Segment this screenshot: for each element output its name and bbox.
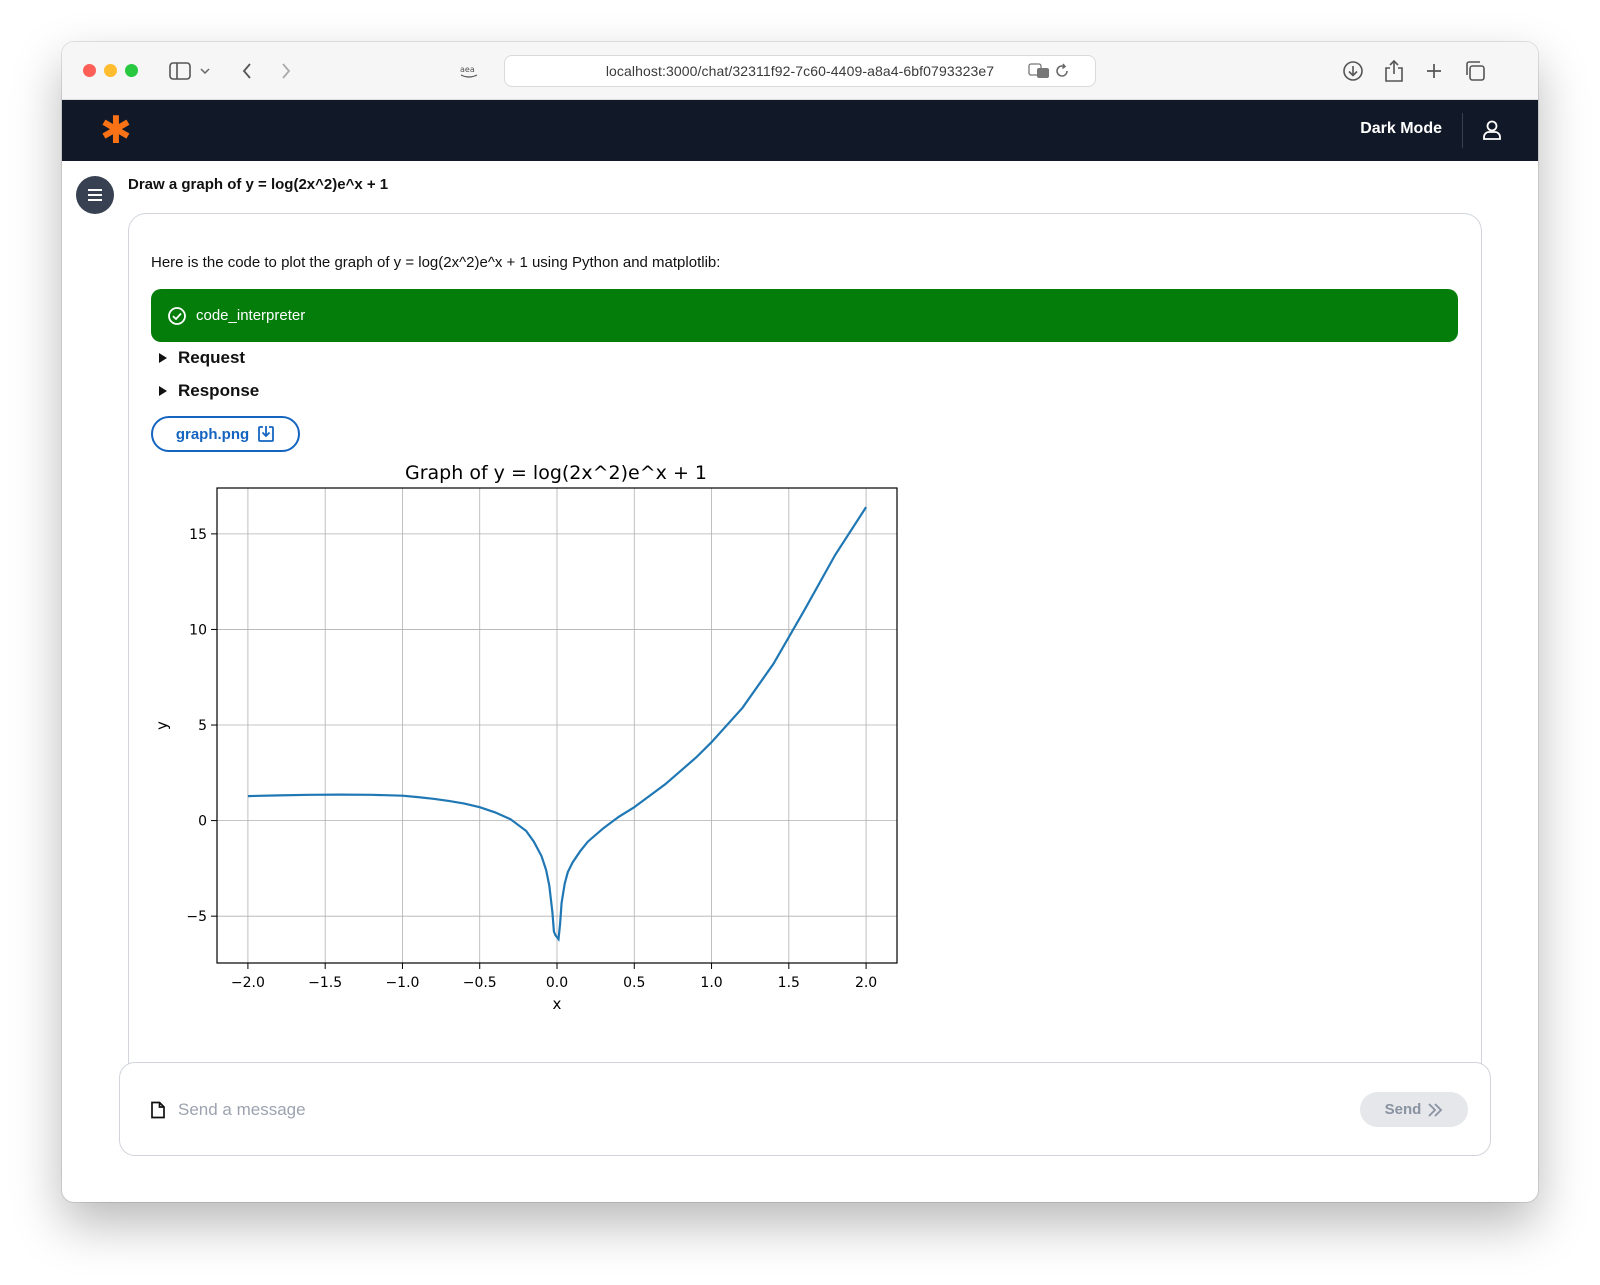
y-tick-label: 10 [189, 622, 207, 638]
app-header: ✱ Dark Mode [62, 100, 1538, 161]
request-disclosure[interactable]: Request [159, 348, 245, 368]
x-tick-label: −2.0 [231, 975, 265, 991]
user-icon[interactable] [1480, 118, 1504, 142]
x-tick-label: −1.5 [308, 975, 342, 991]
browser-window: aea localhost:3000/chat/32311f92-7c60-44… [62, 42, 1538, 1202]
chart-grid [217, 488, 897, 963]
send-button[interactable]: Send [1360, 1092, 1468, 1127]
request-label: Request [178, 348, 246, 367]
address-bar[interactable]: localhost:3000/chat/32311f92-7c60-4409-a… [504, 55, 1096, 87]
disclosure-triangle-icon [159, 353, 167, 363]
y-tick-label: 5 [198, 718, 207, 734]
x-tick-label: 2.0 [855, 975, 877, 991]
send-label: Send [1384, 1101, 1422, 1118]
attach-file-icon[interactable] [150, 1101, 166, 1119]
x-axis-label: x [553, 995, 562, 1013]
sidebar-icon[interactable] [167, 58, 193, 84]
assistant-message: Here is the code to plot the graph of y … [128, 213, 1482, 1113]
download-file-icon [258, 426, 275, 442]
download-icon[interactable] [1340, 58, 1366, 84]
message-input[interactable] [178, 1093, 1278, 1127]
logo[interactable]: ✱ [100, 112, 132, 150]
check-circle-icon [168, 306, 186, 325]
new-tab-icon[interactable] [1421, 58, 1447, 84]
zoom-window-button[interactable] [125, 64, 138, 77]
x-tick-label: −0.5 [463, 975, 497, 991]
back-icon[interactable] [234, 58, 260, 84]
response-disclosure[interactable]: Response [159, 381, 259, 401]
user-message: Draw a graph of y = log(2x^2)e^x + 1 [128, 176, 389, 193]
y-tick-label: 0 [198, 814, 207, 830]
hamburger-icon [88, 189, 102, 201]
y-axis-label: y [153, 721, 171, 730]
x-tick-label: −1.0 [385, 975, 419, 991]
graph-image: Graph of y = log(2x^2)e^x + 1 −2.0 −1.5 −1… [153, 462, 898, 1013]
header-divider [1462, 113, 1463, 148]
y-tick-label: 15 [189, 527, 207, 543]
amazon-extension-icon[interactable]: aea [454, 58, 484, 84]
x-tick-label: 1.0 [700, 975, 722, 991]
message-composer: Send [119, 1062, 1491, 1156]
close-window-button[interactable] [83, 64, 96, 77]
tool-call-status[interactable]: code_interpreter [151, 289, 1458, 342]
svg-text:aea: aea [460, 65, 475, 74]
reload-icon[interactable] [1049, 58, 1075, 84]
chevron-down-icon[interactable] [196, 58, 214, 84]
y-tick-label: −5 [186, 909, 207, 925]
x-tick-label: 0.0 [546, 975, 568, 991]
browser-toolbar: aea localhost:3000/chat/32311f92-7c60-44… [62, 42, 1538, 100]
minimize-window-button[interactable] [104, 64, 117, 77]
tab-overview-icon[interactable] [1462, 58, 1488, 84]
disclosure-triangle-icon [159, 386, 167, 396]
x-tick-label: 1.5 [778, 975, 800, 991]
share-icon[interactable] [1381, 58, 1407, 84]
chart-title: Graph of y = log(2x^2)e^x + 1 [405, 462, 707, 484]
double-chevron-right-icon [1428, 1102, 1443, 1117]
menu-button[interactable] [76, 176, 114, 214]
chart-ticks: −2.0 −1.5 −1.0 −0.5 0.0 0.5 1.0 1.5 2.0 −5 0 5 10 15 [186, 527, 877, 991]
dark-mode-toggle[interactable]: Dark Mode [1360, 120, 1442, 138]
file-download-button[interactable]: graph.png [151, 416, 300, 452]
assistant-intro-text: Here is the code to plot the graph of y … [151, 254, 721, 271]
url-text: localhost:3000/chat/32311f92-7c60-4409-a… [605, 63, 995, 79]
x-tick-label: 0.5 [623, 975, 645, 991]
file-name: graph.png [175, 425, 250, 443]
forward-icon[interactable] [273, 58, 299, 84]
tool-name: code_interpreter [196, 307, 306, 324]
response-label: Response [178, 381, 260, 400]
